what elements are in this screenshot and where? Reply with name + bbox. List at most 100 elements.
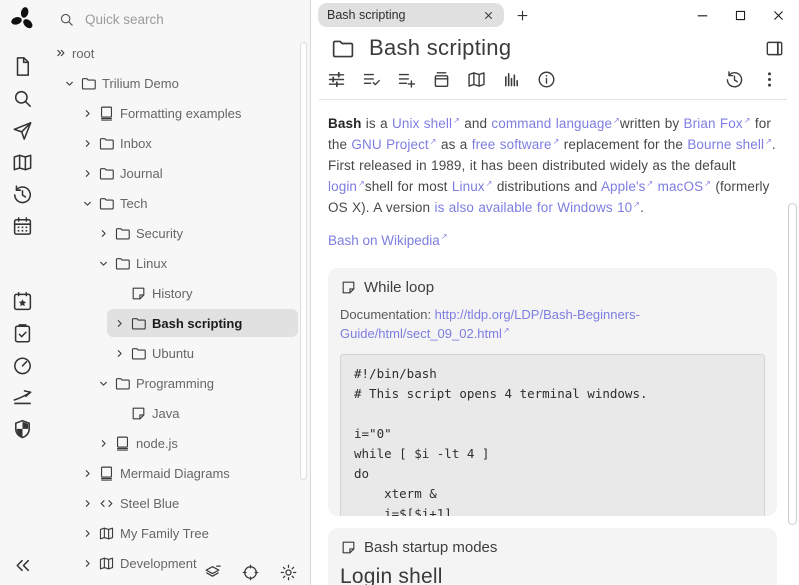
chevron-right-icon[interactable]	[78, 525, 96, 541]
chevron-right-icon[interactable]	[94, 435, 112, 451]
collapse-subtree-icon[interactable]	[203, 563, 222, 582]
calendar-icon[interactable]	[11, 215, 34, 238]
external-link[interactable]: Apple's↗	[601, 179, 653, 194]
tree-item-row[interactable]: Steel Blue	[75, 489, 298, 517]
recent-changes-icon[interactable]	[11, 183, 34, 206]
jump-to-note-icon[interactable]	[11, 119, 34, 142]
similar-notes-icon[interactable]	[494, 69, 529, 90]
tree-scrollbar-thumb[interactable]	[300, 42, 307, 480]
note-title[interactable]: Bash scripting	[369, 35, 764, 61]
collapse-panel-icon[interactable]	[11, 554, 34, 577]
tree-item-trilium-demo[interactable]: Trilium Demo	[45, 68, 298, 98]
note-paths-icon[interactable]	[424, 69, 459, 90]
external-link[interactable]: macOS↗	[658, 179, 711, 194]
search-notes-icon[interactable]	[11, 87, 34, 110]
tree-item-row[interactable]: History	[107, 279, 298, 307]
tree-item-row[interactable]: Ubuntu	[107, 339, 298, 367]
scroll-to-active-note-icon[interactable]	[241, 563, 260, 582]
external-link[interactable]: free software↗	[472, 137, 560, 152]
minimize-button[interactable]	[695, 8, 710, 23]
wikipedia-link[interactable]: Bash on Wikipedia↗	[328, 233, 448, 248]
note-map-icon[interactable]	[11, 151, 34, 174]
travel-icon[interactable]	[11, 386, 34, 409]
external-link[interactable]: Linux↗	[452, 179, 493, 194]
tree-item-history[interactable]: History	[45, 278, 298, 308]
external-link[interactable]: Bourne shell↗	[687, 137, 772, 152]
chevron-right-icon[interactable]	[78, 555, 96, 571]
tree-item-row[interactable]: Journal	[75, 159, 298, 187]
chevron-right-icon[interactable]	[78, 135, 96, 151]
tree-item-bash-scripting[interactable]: Bash scripting	[45, 308, 298, 338]
chevron-right-icon[interactable]	[94, 225, 112, 241]
external-link[interactable]: is also available for Windows 10↗	[435, 200, 641, 215]
tree-item-row[interactable]: Formatting examples	[75, 99, 298, 127]
tree-item-row[interactable]: Programming	[91, 369, 298, 397]
external-link[interactable]: GNU Project↗	[351, 137, 436, 152]
tab-bash-scripting[interactable]: Bash scripting	[318, 3, 504, 27]
split-vertical-icon[interactable]	[764, 38, 785, 59]
tree-item-inbox[interactable]: Inbox	[45, 128, 298, 158]
external-link[interactable]: login↗	[328, 179, 365, 194]
owned-attributes-icon[interactable]	[354, 69, 389, 90]
tab-close-icon[interactable]	[482, 9, 495, 22]
tree-item-formatting-examples[interactable]: Formatting examples	[45, 98, 298, 128]
quick-search-input[interactable]	[85, 12, 265, 27]
trilium-logo-icon[interactable]	[8, 4, 38, 34]
tree-item-journal[interactable]: Journal	[45, 158, 298, 188]
quick-search[interactable]	[45, 0, 310, 38]
chevron-right-icon[interactable]	[110, 345, 128, 361]
tree-item-ubuntu[interactable]: Ubuntu	[45, 338, 298, 368]
new-tab-icon[interactable]	[515, 8, 530, 23]
tree-item-row[interactable]: Mermaid Diagrams	[75, 459, 298, 487]
tree-item-steel-blue[interactable]: Steel Blue	[45, 488, 298, 518]
tree-item-row[interactable]: Trilium Demo	[57, 69, 298, 97]
chevron-down-icon[interactable]	[94, 375, 112, 391]
chevron-down-icon[interactable]	[60, 75, 78, 91]
note-revisions-icon[interactable]	[717, 69, 752, 90]
tree-item-row[interactable]: node.js	[91, 429, 298, 457]
content-scrollbar-thumb[interactable]	[788, 203, 797, 525]
tree-item-row[interactable]: Java	[107, 399, 298, 427]
chevron-down-icon[interactable]	[78, 195, 96, 211]
note-info-icon[interactable]	[529, 69, 564, 90]
more-options-icon[interactable]	[752, 69, 787, 90]
chevron-right-icon[interactable]	[78, 495, 96, 511]
tree-item-row[interactable]: My Family Tree	[75, 519, 298, 547]
tree-settings-icon[interactable]	[279, 563, 298, 582]
dashboard-icon[interactable]	[11, 354, 34, 377]
tree-item-row[interactable]: Linux	[91, 249, 298, 277]
maximize-button[interactable]	[733, 8, 748, 23]
external-link[interactable]: Unix shell↗	[392, 116, 460, 131]
basic-properties-icon[interactable]	[319, 69, 354, 90]
tree-item-root[interactable]: root	[45, 38, 298, 68]
external-link[interactable]: Brian Fox↗	[684, 116, 751, 131]
new-note-icon[interactable]	[11, 55, 34, 78]
tree-item-row[interactable]: Bash scripting	[107, 309, 298, 337]
tree-item-mermaid-diagrams[interactable]: Mermaid Diagrams	[45, 458, 298, 488]
chevron-right-icon[interactable]	[110, 315, 128, 331]
tree-item-security[interactable]: Security	[45, 218, 298, 248]
tree-item-my-family-tree[interactable]: My Family Tree	[45, 518, 298, 548]
tree-item-row[interactable]: root	[49, 39, 298, 67]
tree-item-java[interactable]: Java	[45, 398, 298, 428]
external-link[interactable]: command language↗	[491, 116, 620, 131]
chevron-right-icon[interactable]	[78, 165, 96, 181]
security-icon[interactable]	[11, 418, 34, 441]
tree-item-row[interactable]: Inbox	[75, 129, 298, 157]
tree-item-linux[interactable]: Linux	[45, 248, 298, 278]
chevron-right-icon[interactable]	[78, 105, 96, 121]
task-manager-icon[interactable]	[11, 322, 34, 345]
tree-item-row[interactable]: Tech	[75, 189, 298, 217]
chevron-right-icon[interactable]	[78, 465, 96, 481]
events-icon[interactable]	[11, 290, 34, 313]
tree-item-node-js[interactable]: node.js	[45, 428, 298, 458]
tree-item-programming[interactable]: Programming	[45, 368, 298, 398]
chevron-down-icon[interactable]	[94, 255, 112, 271]
expand-double-chevron-icon[interactable]	[52, 45, 70, 61]
note-map-icon[interactable]	[459, 69, 494, 90]
inherited-attributes-icon[interactable]	[389, 69, 424, 90]
tree-item-tech[interactable]: Tech	[45, 188, 298, 218]
tree-item-row[interactable]: Security	[91, 219, 298, 247]
close-button[interactable]	[771, 8, 786, 23]
card-title-link[interactable]: Bash startup modes	[364, 539, 497, 556]
